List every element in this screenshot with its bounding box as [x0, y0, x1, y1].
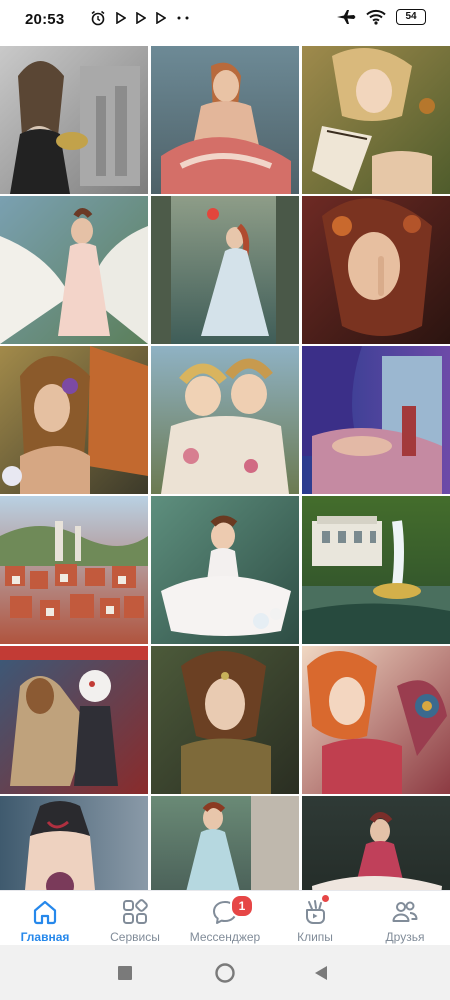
photo-thumbnail[interactable]	[151, 646, 299, 794]
tab-home[interactable]: Главная	[0, 891, 90, 946]
photo-thumbnail[interactable]	[151, 196, 299, 344]
bottom-tab-bar: Главная Сервисы 1 Мессенджер Клипы Друзь…	[0, 890, 450, 946]
status-bar: 20:53 54	[0, 0, 450, 38]
home-icon	[33, 900, 57, 925]
photo-thumbnail[interactable]	[302, 496, 450, 644]
play-icon	[156, 12, 166, 24]
photo-thumbnail[interactable]	[0, 46, 148, 194]
photo-thumbnail[interactable]	[302, 346, 450, 494]
messenger-unread-badge: 1	[230, 894, 254, 918]
tab-friends[interactable]: Друзья	[360, 891, 450, 946]
services-icon	[123, 899, 148, 924]
system-navigation-bar	[0, 945, 450, 1000]
friends-icon	[392, 901, 418, 922]
photo-thumbnail[interactable]	[302, 796, 450, 890]
photo-thumbnail[interactable]	[151, 496, 299, 644]
tab-home-label: Главная	[20, 930, 70, 944]
photo-thumbnail[interactable]	[151, 46, 299, 194]
play-icon	[136, 12, 146, 24]
photo-thumbnail[interactable]	[302, 646, 450, 794]
clips-new-dot	[322, 895, 329, 902]
tab-services[interactable]: Сервисы	[90, 891, 180, 946]
photo-thumbnail[interactable]	[151, 346, 299, 494]
photo-thumbnail[interactable]	[0, 196, 148, 344]
clips-icon	[306, 900, 325, 924]
airplane-mode-icon	[337, 10, 356, 24]
photo-thumbnail[interactable]	[0, 346, 148, 494]
status-time: 20:53	[25, 11, 65, 28]
more-dots-icon	[177, 16, 189, 20]
tab-clips-label: Клипы	[297, 930, 333, 944]
play-icon	[116, 12, 126, 24]
tab-messenger[interactable]: 1 Мессенджер	[180, 891, 270, 946]
battery-icon: 54	[396, 9, 426, 25]
photo-thumbnail[interactable]	[0, 496, 148, 644]
photo-thumbnail[interactable]	[302, 46, 450, 194]
recents-square-icon[interactable]	[118, 966, 132, 980]
alarm-icon	[91, 10, 105, 26]
tab-messenger-label: Мессенджер	[189, 930, 261, 944]
photo-grid	[0, 38, 450, 890]
home-circle-icon[interactable]	[214, 962, 236, 984]
photo-thumbnail[interactable]	[0, 646, 148, 794]
tab-friends-label: Друзья	[385, 930, 425, 944]
photo-thumbnail[interactable]	[302, 196, 450, 344]
tab-clips[interactable]: Клипы	[270, 891, 360, 946]
photo-thumbnail[interactable]	[0, 796, 148, 890]
wifi-icon	[366, 9, 386, 25]
photo-thumbnail[interactable]	[151, 796, 299, 890]
back-triangle-icon[interactable]	[314, 965, 328, 981]
tab-services-label: Сервисы	[110, 930, 160, 944]
